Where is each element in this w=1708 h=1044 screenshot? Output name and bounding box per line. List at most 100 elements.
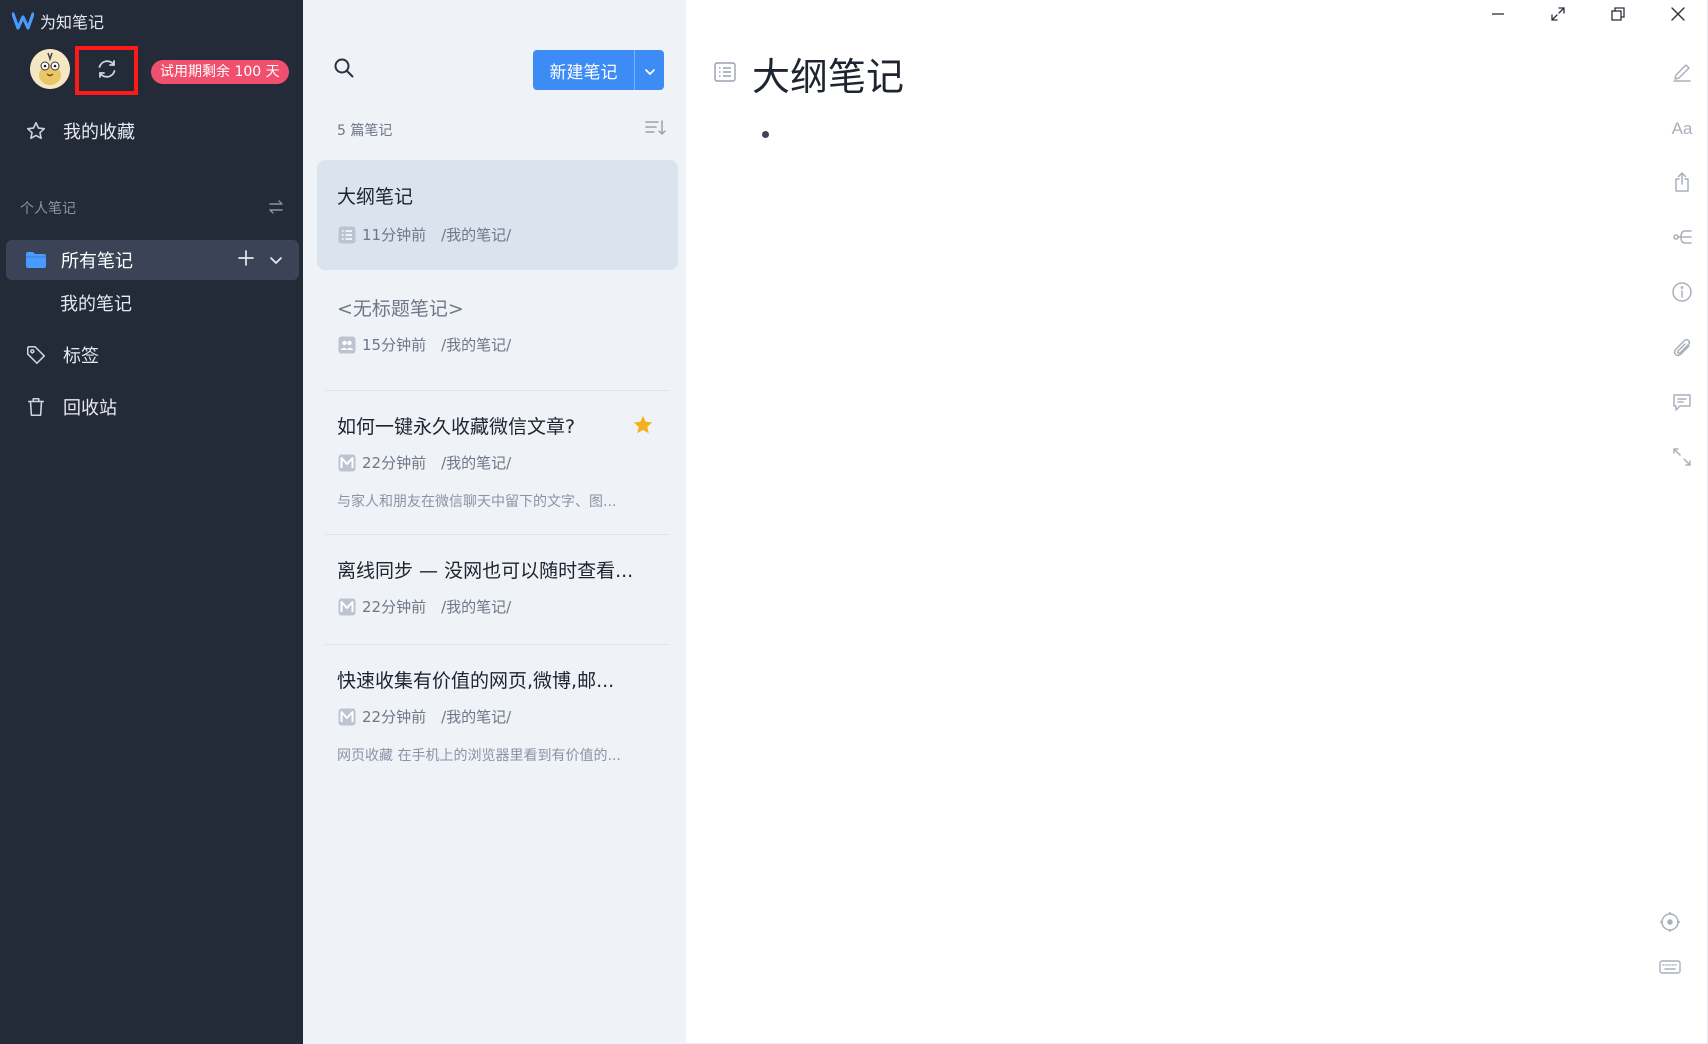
sort-icon[interactable]: [645, 119, 667, 141]
note-title: 离线同步 — 没网也可以随时查看...: [337, 560, 634, 582]
edit-button[interactable]: [1668, 60, 1696, 88]
share-button[interactable]: [1668, 170, 1696, 198]
divider: [325, 534, 669, 535]
restore-icon: [1611, 6, 1625, 25]
wiz-logo-icon: [12, 10, 34, 32]
trial-badge[interactable]: 试用期剩余 100 天: [151, 60, 289, 84]
note-time: 11分钟前: [362, 226, 427, 244]
new-note-button[interactable]: 新建笔记: [533, 50, 664, 90]
note-card[interactable]: 如何一键永久收藏微信文章? 22分钟前 /我的笔记/ 与家人和朋友在微信聊天中留…: [317, 396, 678, 532]
sync-button[interactable]: [75, 46, 138, 95]
mindmap-icon: [1671, 226, 1693, 252]
sidebar-item-label: 我的收藏: [63, 122, 135, 143]
fullscreen-button[interactable]: [1528, 0, 1588, 30]
keyboard-icon: [1659, 958, 1681, 980]
expand-arrows-icon: [1671, 446, 1693, 472]
note-time: 22分钟前: [362, 708, 427, 726]
document-header: 大纲笔记: [714, 46, 904, 101]
note-path: /我的笔记/: [441, 454, 512, 472]
avatar[interactable]: [30, 49, 70, 89]
note-meta: 22分钟前 /我的笔记/: [337, 706, 511, 727]
locate-icon: [1659, 911, 1681, 937]
note-meta: 15分钟前 /我的笔记/: [337, 334, 511, 355]
sidebar-item-label: 所有笔记: [61, 251, 133, 272]
collab-icon: [337, 335, 357, 355]
star-filled-icon[interactable]: [632, 414, 654, 440]
note-path: /我的笔记/: [441, 226, 512, 244]
paperclip-icon: [1671, 336, 1693, 362]
note-snippet: 与家人和朋友在微信聊天中留下的文字、图...: [337, 494, 617, 510]
note-count-row: 5 篇笔记: [337, 118, 667, 142]
divider: [325, 644, 669, 645]
comment-button[interactable]: [1668, 390, 1696, 418]
sidebar-item-my-notes[interactable]: 我的笔记: [60, 290, 132, 316]
note-path: /我的笔记/: [441, 336, 512, 354]
note-title: 如何一键永久收藏微信文章?: [337, 416, 576, 438]
note-title: 快速收集有价值的网页,微博,邮...: [337, 670, 615, 692]
sidebar-item-trash[interactable]: 回收站: [0, 385, 303, 429]
add-icon[interactable]: [237, 249, 255, 271]
font-button[interactable]: Aa: [1668, 115, 1696, 143]
note-count: 5 篇笔记: [337, 123, 393, 139]
font-icon: Aa: [1671, 119, 1693, 138]
expand-icon: [1551, 6, 1565, 25]
app-window: 为知笔记 试用期剩余 100 天 我的收藏 个人笔记 所有笔记 我的笔记 标签 …: [0, 0, 1708, 1044]
sidebar-item-favorites[interactable]: 我的收藏: [0, 109, 303, 153]
restore-button[interactable]: [1588, 0, 1648, 30]
mindmap-button[interactable]: [1668, 225, 1696, 253]
focus-mode-button[interactable]: [1668, 445, 1696, 473]
new-note-dropdown[interactable]: [634, 50, 664, 90]
note-meta: 22分钟前 /我的笔记/: [337, 452, 511, 473]
switch-icon[interactable]: [268, 199, 284, 218]
share-icon: [1671, 171, 1693, 197]
close-button[interactable]: [1648, 0, 1708, 30]
markdown-icon: [337, 597, 357, 617]
note-time: 22分钟前: [362, 454, 427, 472]
note-path: /我的笔记/: [441, 708, 512, 726]
note-path: /我的笔记/: [441, 598, 512, 616]
sync-icon: [95, 57, 119, 85]
folder-icon: [24, 248, 48, 272]
trash-icon: [24, 395, 48, 419]
note-snippet: 网页收藏 在手机上的浏览器里看到有价值的...: [337, 748, 621, 764]
comment-icon: [1671, 391, 1693, 417]
note-title: 大纲笔记: [337, 186, 414, 208]
locate-button[interactable]: [1656, 910, 1684, 938]
sidebar-item-all-notes[interactable]: 所有笔记: [6, 240, 299, 280]
sidebar-item-label: 标签: [63, 346, 99, 367]
note-card[interactable]: 大纲笔记 11分钟前 /我的笔记/: [317, 160, 678, 270]
section-title: 个人笔记: [20, 201, 76, 217]
outline-icon: [337, 225, 357, 245]
outline-bullet[interactable]: [762, 131, 769, 138]
divider: [325, 390, 669, 391]
window-controls: [1468, 0, 1708, 30]
note-card[interactable]: 离线同步 — 没网也可以随时查看... 22分钟前 /我的笔记/: [317, 540, 678, 642]
note-title: <无标题笔记>: [337, 298, 464, 320]
minimize-button[interactable]: [1468, 0, 1528, 30]
note-card[interactable]: <无标题笔记> 15分钟前 /我的笔记/: [317, 282, 678, 388]
document-title[interactable]: 大纲笔记: [752, 46, 904, 101]
note-card[interactable]: 快速收集有价值的网页,微博,邮... 22分钟前 /我的笔记/ 网页收藏 在手机…: [317, 650, 678, 786]
outline-toggle-icon[interactable]: [714, 61, 736, 86]
chevron-down-icon: [644, 61, 656, 80]
info-button[interactable]: [1668, 280, 1696, 308]
markdown-icon: [337, 707, 357, 727]
search-button[interactable]: [330, 56, 358, 84]
search-icon: [333, 57, 355, 83]
minimize-icon: [1491, 6, 1505, 25]
sidebar-item-label: 回收站: [63, 398, 117, 419]
attachment-button[interactable]: [1668, 335, 1696, 363]
markdown-icon: [337, 453, 357, 473]
new-note-label[interactable]: 新建笔记: [533, 50, 634, 90]
note-time: 15分钟前: [362, 336, 427, 354]
keyboard-button[interactable]: [1656, 955, 1684, 983]
star-icon: [24, 119, 48, 143]
sidebar-item-tags[interactable]: 标签: [0, 333, 303, 377]
editor-panel: 大纲笔记 Aa: [686, 0, 1708, 1044]
personal-notes-section: 个人笔记: [20, 196, 284, 220]
note-time: 22分钟前: [362, 598, 427, 616]
app-title-bar: 为知笔记: [12, 9, 104, 33]
chevron-down-icon[interactable]: [269, 251, 283, 270]
info-icon: [1671, 281, 1693, 307]
tag-icon: [24, 343, 48, 367]
